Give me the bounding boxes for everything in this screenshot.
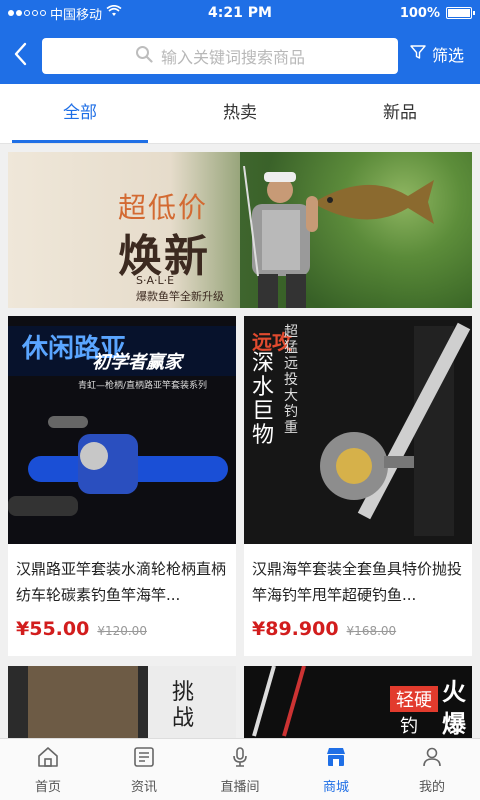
nav-news[interactable]: 资讯 xyxy=(96,739,192,800)
status-time: 4:21 PM xyxy=(208,5,272,21)
product-grid: 休闲路亚 初学者赢家 青虹—枪柄/直柄路亚竿套装系列 汉鼎路亚竿套装水滴轮枪柄直… xyxy=(8,316,472,656)
carrier-label: 中国移动 xyxy=(50,7,103,23)
news-icon xyxy=(132,745,156,773)
product-price: ¥89.900 xyxy=(252,618,339,640)
filter-button[interactable]: 筛选 xyxy=(410,42,464,66)
fish-image xyxy=(318,180,434,224)
status-bar: 中国移动 4:21 PM 100% xyxy=(0,0,480,26)
product-image-text: 挑 xyxy=(172,680,195,705)
nav-profile[interactable]: 我的 xyxy=(384,739,480,800)
search-row: 输入关键词搜索商品 筛选 xyxy=(0,36,480,76)
nav-label: 资讯 xyxy=(130,779,157,795)
promo-banner[interactable]: 超低价 焕新 S·A·L·E 爆款鱼竿全新升级 xyxy=(8,152,472,308)
product-image-text: 轻硬 xyxy=(390,686,438,712)
product-card[interactable]: 轻硬 钓 火 爆 xyxy=(244,666,472,738)
product-old-price: ¥120.00 xyxy=(97,624,147,638)
status-left: 中国移动 xyxy=(8,4,168,23)
product-title[interactable]: 汉鼎路亚竿套装水滴轮枪柄直柄纺车轮碳素钓鱼竿海竿... xyxy=(16,556,230,608)
product-card[interactable]: 休闲路亚 初学者赢家 青虹—枪柄/直柄路亚竿套装系列 汉鼎路亚竿套装水滴轮枪柄直… xyxy=(8,316,236,656)
home-icon xyxy=(36,745,60,773)
product-card[interactable]: 远攻 深水巨物 超猛远投大钓重 汉鼎海竿套装全套鱼具特价抛投竿海钓竿甩竿超硬钓鱼… xyxy=(244,316,472,656)
product-card[interactable]: 挑 战 xyxy=(8,666,236,738)
user-icon xyxy=(420,745,444,773)
wifi-icon xyxy=(106,4,122,21)
product-image-text: 初学者赢家 xyxy=(92,352,182,373)
app-header: 中国移动 4:21 PM 100% 输入关键词搜索商品 筛选 xyxy=(0,0,480,84)
search-placeholder: 输入关键词搜索商品 xyxy=(160,48,305,67)
product-image: 休闲路亚 初学者赢家 青虹—枪柄/直柄路亚竿套装系列 xyxy=(8,316,236,544)
nav-home[interactable]: 首页 xyxy=(0,739,96,800)
product-image-text: 深水巨物 xyxy=(252,351,275,448)
nav-live[interactable]: 直播间 xyxy=(192,739,288,800)
battery-icon xyxy=(446,7,475,19)
search-icon xyxy=(135,45,153,67)
product-image-text: 青虹—枪柄/直柄路亚竿套装系列 xyxy=(78,381,208,391)
product-prices: ¥55.00 ¥120.00 xyxy=(16,618,147,640)
signal-icon xyxy=(8,10,46,16)
search-input[interactable]: 输入关键词搜索商品 xyxy=(42,38,398,74)
product-title[interactable]: 汉鼎海竿套装全套鱼具特价抛投竿海钓竿甩竿超硬钓鱼... xyxy=(252,556,466,608)
status-right: 100% xyxy=(312,5,475,21)
tab-all[interactable]: 全部 xyxy=(0,84,160,143)
shop-icon xyxy=(324,745,348,773)
banner-sale: S·A·L·E xyxy=(136,274,175,287)
bottom-nav: 首页 资讯 直播间 商城 我的 xyxy=(0,738,480,800)
nav-label: 我的 xyxy=(418,779,445,795)
nav-label: 直播间 xyxy=(220,779,260,795)
nav-label: 商城 xyxy=(322,779,349,795)
nav-shop[interactable]: 商城 xyxy=(288,739,384,800)
tab-hot[interactable]: 热卖 xyxy=(160,84,320,143)
product-old-price: ¥168.00 xyxy=(346,624,397,638)
back-button[interactable] xyxy=(0,36,40,76)
nav-label: 首页 xyxy=(34,779,61,795)
product-image-text: 钓 xyxy=(400,716,418,737)
product-image-text: 挑 战 xyxy=(172,680,200,732)
product-image-text: 火 xyxy=(442,678,466,706)
product-image: 远攻 深水巨物 超猛远投大钓重 xyxy=(244,316,472,544)
chevron-left-icon xyxy=(13,42,27,70)
product-image-text: 超猛远投大钓重 xyxy=(284,324,298,436)
product-grid-row2: 挑 战 轻硬 钓 火 爆 xyxy=(8,666,472,738)
microphone-icon xyxy=(228,745,252,773)
banner-note: 爆款鱼竿全新升级 xyxy=(136,290,224,303)
filter-label: 筛选 xyxy=(432,46,465,65)
tab-new[interactable]: 新品 xyxy=(320,84,480,143)
product-price: ¥55.00 xyxy=(16,618,90,640)
product-prices: ¥89.900 ¥168.00 xyxy=(252,618,396,640)
product-image-text: 战 xyxy=(172,706,195,731)
battery-label: 100% xyxy=(399,5,440,21)
filter-icon xyxy=(410,44,426,64)
product-image-text: 爆 xyxy=(442,710,466,738)
category-tabs: 全部 热卖 新品 xyxy=(0,84,480,144)
